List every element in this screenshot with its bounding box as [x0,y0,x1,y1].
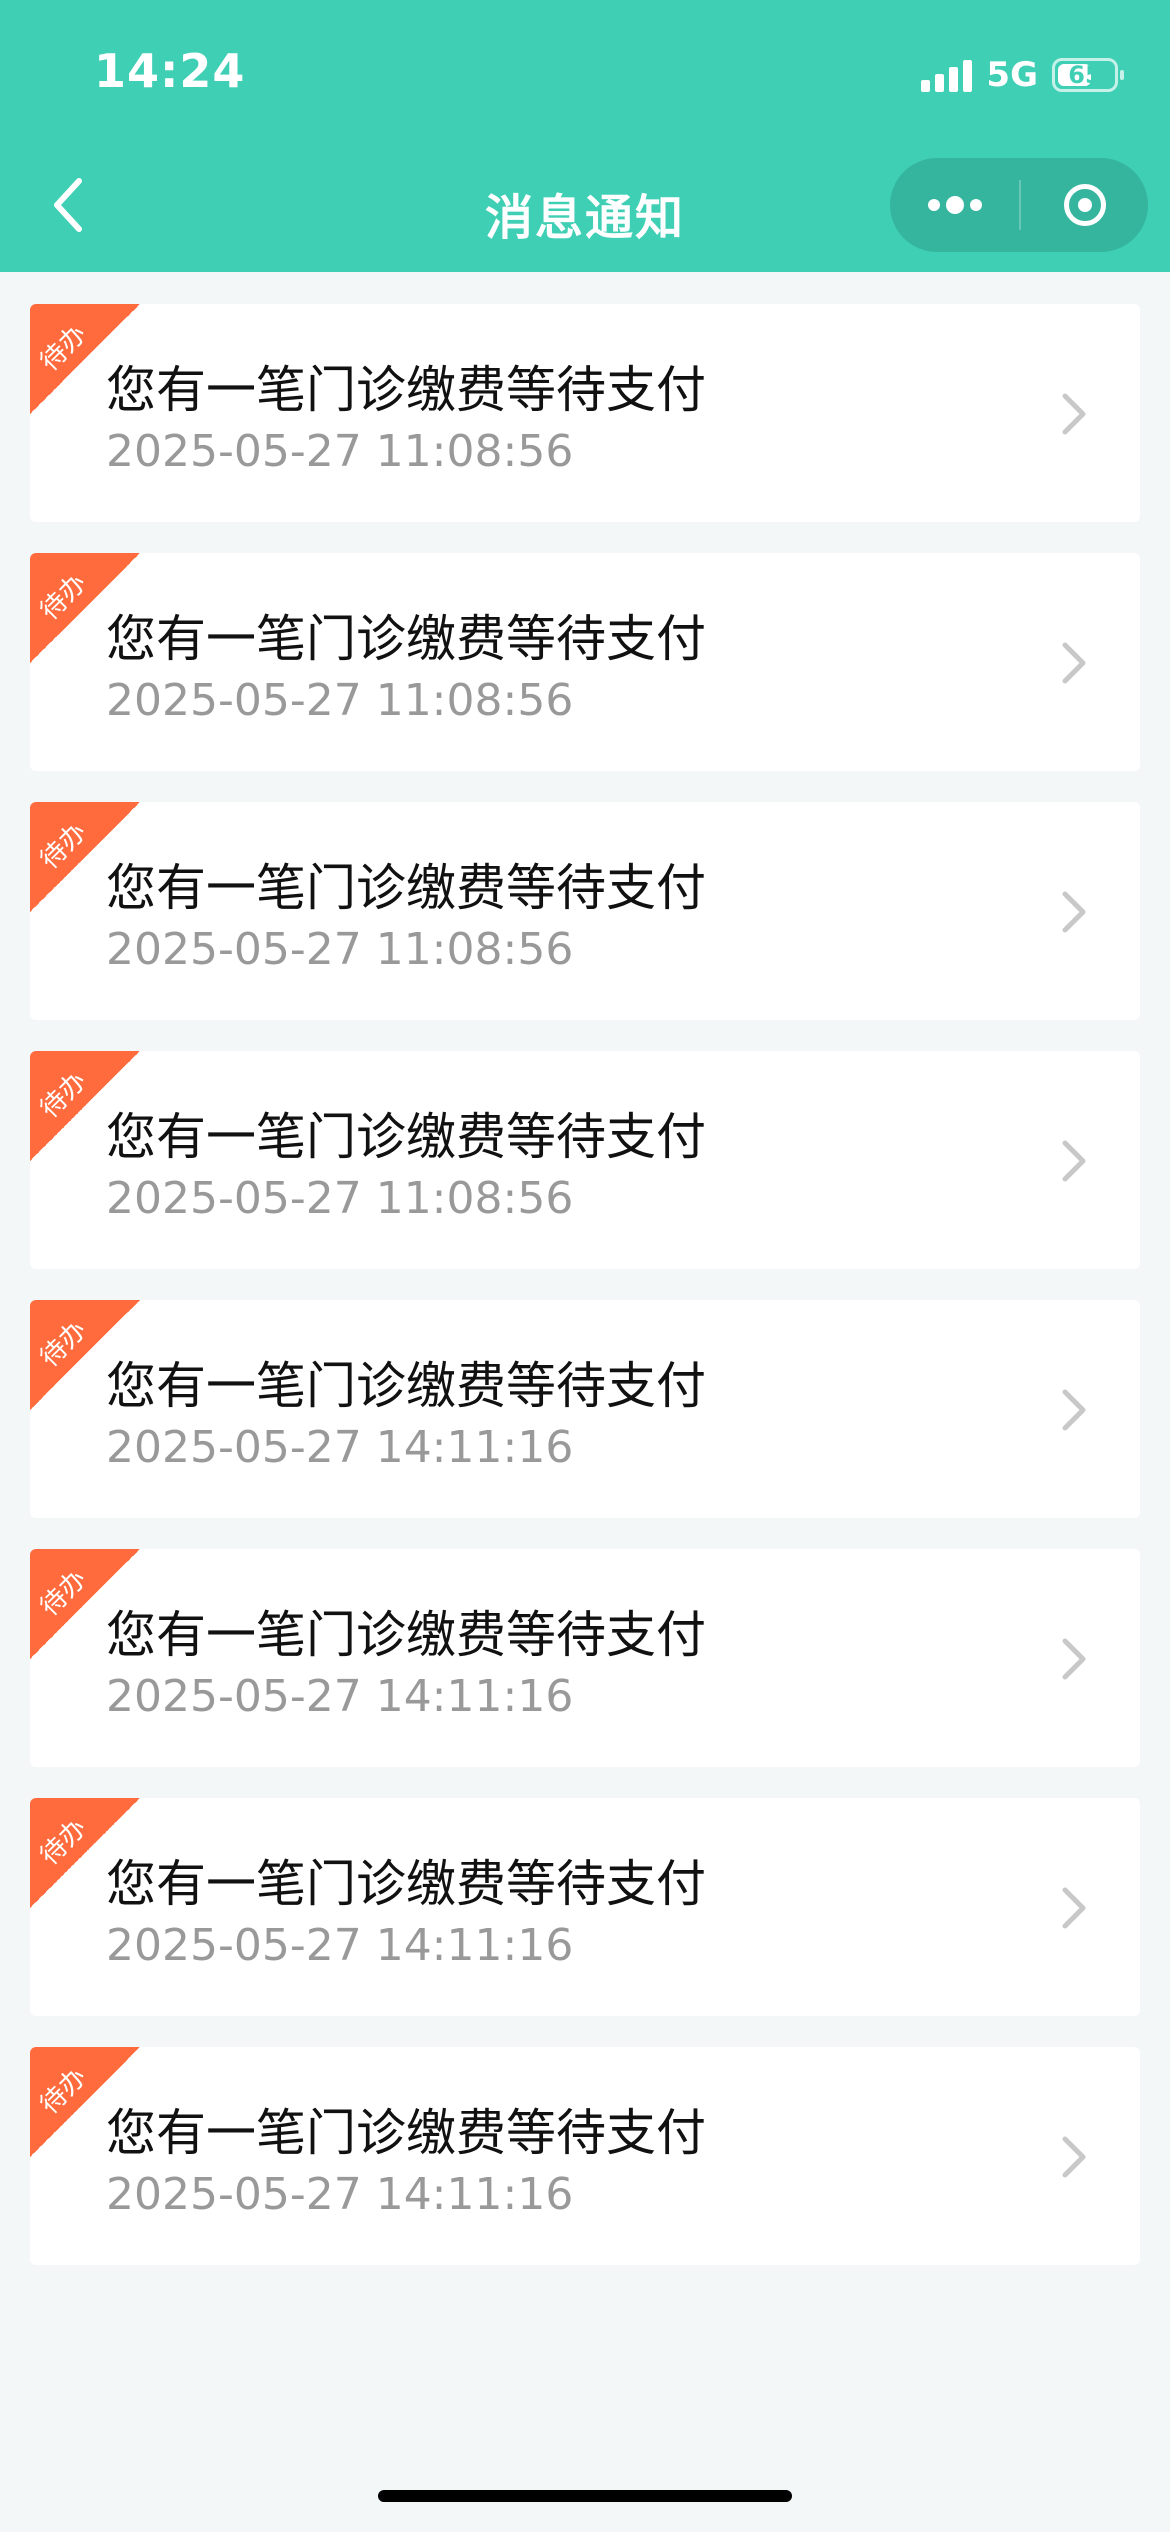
more-dots-icon [927,199,940,211]
pending-tag-label: 待办 [34,1066,93,1125]
pending-tag-label: 待办 [34,1813,93,1872]
chevron-right-icon [1054,2135,1094,2179]
chevron-right-glyph [1062,891,1086,933]
notification-time: 2025-05-27 11:08:56 [106,924,574,975]
signal-icon [921,58,973,92]
notification-time: 2025-05-27 14:11:16 [106,1671,574,1722]
notification-time: 2025-05-27 14:11:16 [106,1920,574,1971]
notification-time: 2025-05-27 11:08:56 [106,675,574,726]
notification-title: 您有一笔门诊缴费等待支付 [106,361,706,419]
chevron-right-glyph [1062,1887,1086,1929]
more-dots-icon-center [945,196,964,214]
chevron-right-icon [1054,1388,1094,1432]
notification-card[interactable]: 待办 您有一笔门诊缴费等待支付 2025-05-27 11:08:56 [30,553,1140,771]
close-button[interactable] [1021,158,1148,252]
target-close-icon-core [1077,198,1092,212]
mini-program-capsule [890,158,1148,252]
pending-tag-label: 待办 [34,2062,93,2121]
notification-card[interactable]: 待办 您有一笔门诊缴费等待支付 2025-05-27 11:08:56 [30,304,1140,522]
notification-card[interactable]: 待办 您有一笔门诊缴费等待支付 2025-05-27 11:08:56 [30,1051,1140,1269]
notification-card[interactable]: 待办 您有一笔门诊缴费等待支付 2025-05-27 14:11:16 [30,1798,1140,2016]
notification-title: 您有一笔门诊缴费等待支付 [106,2104,706,2162]
pending-tag-label: 待办 [34,817,93,876]
notification-title: 您有一笔门诊缴费等待支付 [106,610,706,668]
chevron-right-glyph [1062,1638,1086,1680]
network-label: 5G [986,55,1038,95]
notification-list: 待办 您有一笔门诊缴费等待支付 2025-05-27 11:08:56 待办 您… [30,304,1140,2296]
notification-title: 您有一笔门诊缴费等待支付 [106,1606,706,1664]
battery-icon: 65 [1052,58,1124,92]
battery-nub [1120,70,1124,80]
pending-tag-label: 待办 [34,568,93,627]
pending-tag-label: 待办 [34,319,93,378]
notification-card[interactable]: 待办 您有一笔门诊缴费等待支付 2025-05-27 14:11:16 [30,1549,1140,1767]
chevron-right-glyph [1062,2136,1086,2178]
notification-card[interactable]: 待办 您有一笔门诊缴费等待支付 2025-05-27 14:11:16 [30,1300,1140,1518]
chevron-right-icon [1054,1139,1094,1183]
notification-time: 2025-05-27 11:08:56 [106,1173,574,1224]
chevron-right-icon [1054,1637,1094,1681]
chevron-right-glyph [1062,393,1086,435]
notification-card[interactable]: 待办 您有一笔门诊缴费等待支付 2025-05-27 11:08:56 [30,802,1140,1020]
more-button[interactable] [890,158,1019,252]
home-indicator [378,2490,792,2502]
chevron-right-glyph [1062,642,1086,684]
more-dots-icon-right [969,199,982,211]
chevron-right-glyph [1062,1389,1086,1431]
status-time: 14:24 [94,44,246,98]
status-indicators: 5G 65 [921,52,1124,98]
chevron-right-glyph [1062,1140,1086,1182]
chevron-right-icon [1054,641,1094,685]
chevron-right-icon [1054,1886,1094,1930]
pending-tag-label: 待办 [34,1315,93,1374]
notification-title: 您有一笔门诊缴费等待支付 [106,859,706,917]
battery-level: 65 [1068,61,1102,89]
chevron-right-icon [1054,392,1094,436]
chevron-right-icon [1054,890,1094,934]
notification-title: 您有一笔门诊缴费等待支付 [106,1357,706,1415]
target-close-icon [1063,184,1106,226]
notification-time: 2025-05-27 14:11:16 [106,1422,574,1473]
notification-title: 您有一笔门诊缴费等待支付 [106,1108,706,1166]
notification-title: 您有一笔门诊缴费等待支付 [106,1855,706,1913]
header-bar: 14:24 5G 65 消息通知 [0,0,1170,272]
notification-time: 2025-05-27 11:08:56 [106,426,574,477]
notification-time: 2025-05-27 14:11:16 [106,2169,574,2220]
notification-card[interactable]: 待办 您有一笔门诊缴费等待支付 2025-05-27 14:11:16 [30,2047,1140,2265]
pending-tag-label: 待办 [34,1564,93,1623]
